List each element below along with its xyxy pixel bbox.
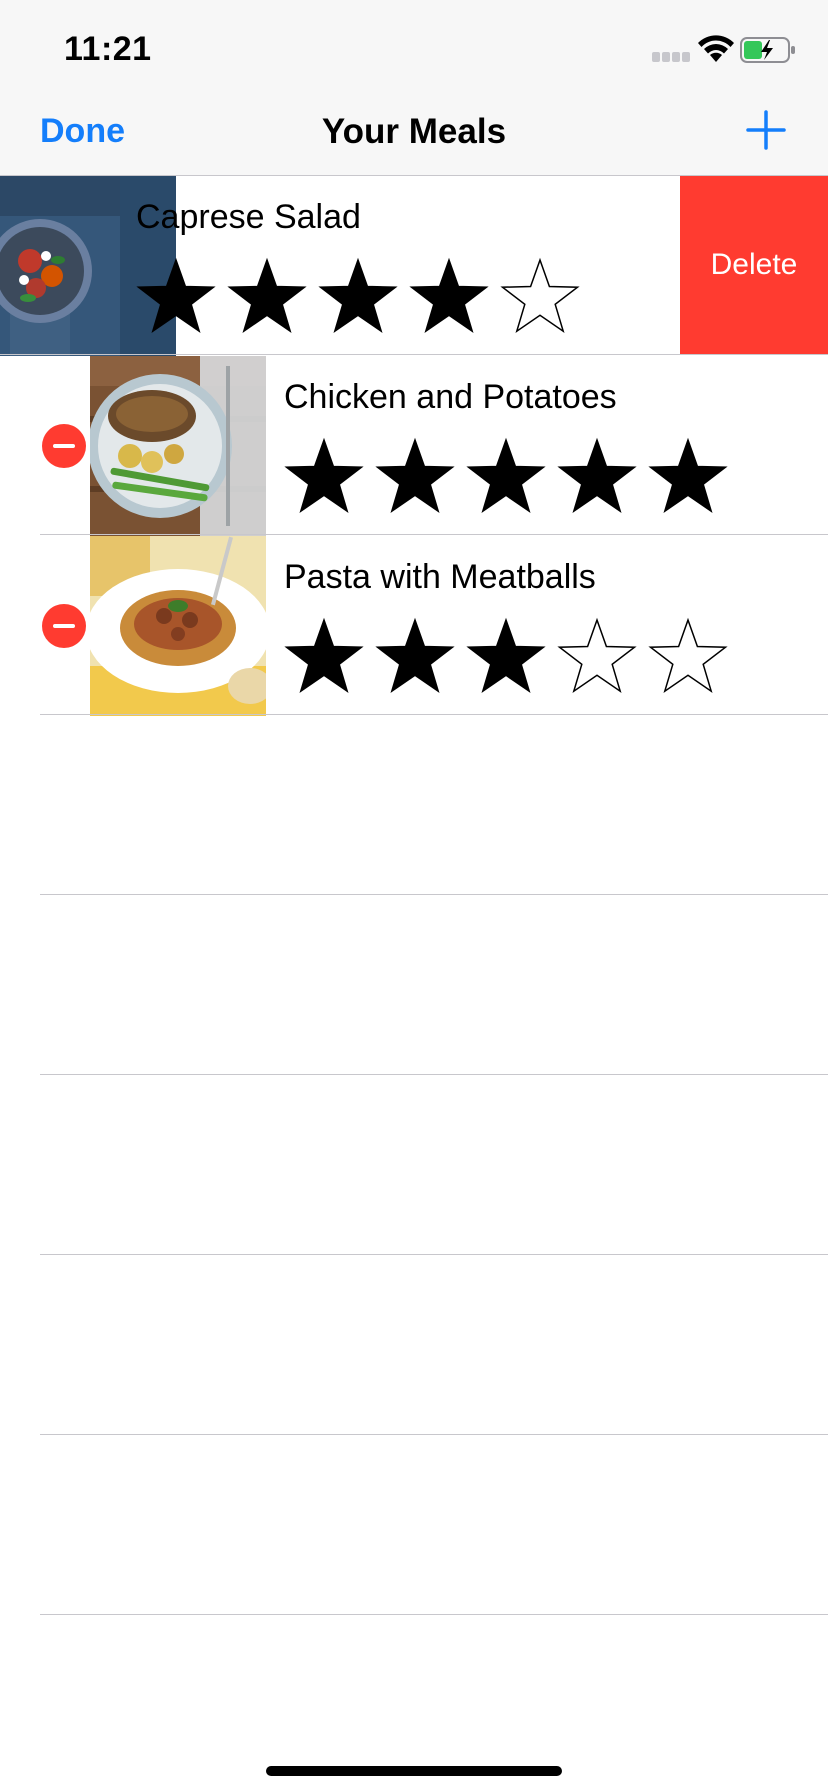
meal-name: Caprese Salad bbox=[136, 198, 361, 236]
add-meal-button[interactable] bbox=[744, 108, 788, 152]
empty-row-separator bbox=[40, 894, 828, 895]
empty-star-icon[interactable] bbox=[648, 616, 728, 696]
rating-control[interactable] bbox=[284, 436, 804, 516]
filled-star-icon[interactable] bbox=[409, 256, 489, 336]
filled-star-icon[interactable] bbox=[375, 616, 455, 696]
empty-star-icon[interactable] bbox=[557, 616, 637, 696]
navigation-bar: Done Your Meals bbox=[0, 92, 828, 176]
meals-table: Caprese Salad Delete Chicken and Potatoe… bbox=[0, 176, 828, 1716]
row-separator bbox=[0, 354, 828, 355]
filled-star-icon[interactable] bbox=[557, 436, 637, 516]
table-row[interactable]: Caprese Salad Delete bbox=[0, 176, 828, 356]
filled-star-icon[interactable] bbox=[284, 436, 364, 516]
meal-photo-pasta-with-meatballs bbox=[90, 536, 266, 716]
row-separator bbox=[40, 534, 828, 535]
meal-name: Chicken and Potatoes bbox=[284, 378, 617, 416]
plus-icon bbox=[746, 110, 786, 150]
filled-star-icon[interactable] bbox=[375, 436, 455, 516]
filled-star-icon[interactable] bbox=[136, 256, 216, 336]
table-row[interactable]: Pasta with Meatballs bbox=[0, 536, 828, 716]
empty-row-separator bbox=[40, 1254, 828, 1255]
meal-name: Pasta with Meatballs bbox=[284, 558, 596, 596]
page-title: Your Meals bbox=[321, 112, 507, 151]
row-separator bbox=[40, 714, 828, 715]
filled-star-icon[interactable] bbox=[318, 256, 398, 336]
status-bar: 11:21 bbox=[0, 0, 828, 92]
home-indicator bbox=[266, 1766, 562, 1776]
wifi-icon bbox=[698, 35, 734, 62]
status-time: 11:21 bbox=[64, 30, 152, 68]
filled-star-icon[interactable] bbox=[227, 256, 307, 336]
empty-row-separator bbox=[40, 1434, 828, 1435]
cellular-signal-icon bbox=[652, 52, 690, 62]
swipe-delete-button[interactable]: Delete bbox=[680, 176, 828, 354]
rating-control[interactable] bbox=[136, 256, 656, 336]
filled-star-icon[interactable] bbox=[466, 616, 546, 696]
battery-charging-icon bbox=[740, 37, 795, 63]
filled-star-icon[interactable] bbox=[284, 616, 364, 696]
empty-star-icon[interactable] bbox=[500, 256, 580, 336]
filled-star-icon[interactable] bbox=[648, 436, 728, 516]
empty-row-separator bbox=[40, 1074, 828, 1075]
table-row[interactable]: Chicken and Potatoes bbox=[0, 356, 828, 536]
empty-row-separator bbox=[40, 1614, 828, 1615]
rating-control[interactable] bbox=[284, 616, 804, 696]
meal-photo-chicken-and-potatoes bbox=[90, 356, 266, 536]
delete-toggle-button[interactable] bbox=[42, 604, 86, 648]
delete-toggle-button[interactable] bbox=[42, 424, 86, 468]
filled-star-icon[interactable] bbox=[466, 436, 546, 516]
